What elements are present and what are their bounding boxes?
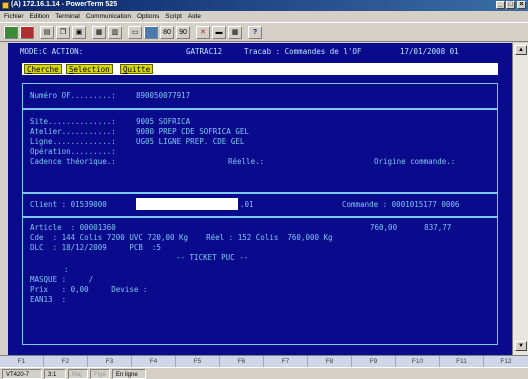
sound-icon[interactable]: ▬ xyxy=(212,26,226,39)
cde-line: Cde : 144 Colis 7200 UVC 720,00 Kg Réel … xyxy=(30,233,333,242)
menu-aide[interactable]: Aide xyxy=(188,12,201,22)
app-icon xyxy=(2,2,9,9)
terminal-type: VT420-7 xyxy=(2,369,42,379)
dlc-line: DLC : 18/12/2009 PCB :5 xyxy=(30,243,161,252)
connection-state: En ligne xyxy=(112,369,146,379)
disconnect-icon[interactable] xyxy=(20,26,34,39)
session-icon[interactable]: ▭ xyxy=(128,26,142,39)
site-label: Site..............: xyxy=(30,117,116,126)
table-icon[interactable]: ▦ xyxy=(228,26,242,39)
atelier-value: 9080 PREP CDE SOFRICA GEL xyxy=(136,127,249,136)
connect-icon[interactable] xyxy=(4,26,18,39)
client-name-mask xyxy=(136,198,238,210)
atelier-label: Atelier...........: xyxy=(30,127,116,136)
function-key-bar: F1 F2 F3 F4 F5 F6 F7 F8 F9 F10 F11 F12 xyxy=(0,355,528,368)
scroll-up-icon[interactable]: ▲ xyxy=(515,45,527,55)
terminal-screen[interactable]: MODE:C ACTION: GATRAC12 Tracab : Command… xyxy=(8,43,512,355)
reelle-label: Réelle.: xyxy=(228,157,265,166)
action-menu: Cherche Selection Quitte xyxy=(22,63,498,75)
ticket-line: -- TICKET PUC -- xyxy=(176,253,249,262)
menu-communication[interactable]: Communication xyxy=(86,12,131,22)
article-line: Article : 00001360 xyxy=(30,223,116,232)
program-name: GATRAC12 xyxy=(186,47,223,56)
status-bar: VT420-7 3:1 Maj Figé En ligne xyxy=(0,367,528,379)
window-title: (A) 172.16.1.14 - PowerTerm 525 xyxy=(11,1,118,8)
client-suffix: .01 xyxy=(240,200,254,209)
prix-line: Prix : 0,00 Devise : xyxy=(30,285,148,294)
fige-indicator: Figé xyxy=(90,369,110,379)
maximize-button[interactable]: □ xyxy=(506,1,515,9)
settings-icon[interactable] xyxy=(144,26,158,39)
colon-line: : xyxy=(64,265,69,274)
title-bar: (A) 172.16.1.14 - PowerTerm 525 _ □ × xyxy=(0,0,528,11)
selection-button[interactable]: Selection xyxy=(66,64,113,74)
origine-label: Origine commande.: xyxy=(374,157,456,166)
article-right: 760,00 837,77 xyxy=(370,223,452,232)
menu-bar: Fichier Edition Terminal Communication O… xyxy=(0,12,528,22)
tools-icon[interactable]: ✕ xyxy=(196,26,210,39)
menu-options[interactable]: Options xyxy=(137,12,159,22)
print-icon[interactable]: ▤ xyxy=(40,26,54,39)
cherche-button[interactable]: Cherche xyxy=(24,64,62,74)
cadence-label: Cadence théorique.: xyxy=(30,157,116,166)
keyboard-icon[interactable]: ▥ xyxy=(108,26,122,39)
save-icon[interactable]: ▦ xyxy=(92,26,106,39)
minimize-button[interactable]: _ xyxy=(496,1,505,9)
ligne-label: Ligne.............: xyxy=(30,137,116,146)
of-value: 890050077917 xyxy=(136,91,191,100)
date-time: 17/01/2008 01 xyxy=(400,47,459,56)
maj-indicator: Maj xyxy=(68,369,88,379)
menu-fichier[interactable]: Fichier xyxy=(4,12,24,22)
masque-line: MASQUE : / xyxy=(30,275,94,284)
copy-icon[interactable]: ❐ xyxy=(56,26,70,39)
scroll-down-icon[interactable]: ▼ xyxy=(515,341,527,351)
vertical-scrollbar[interactable]: ▲ ▼ xyxy=(512,43,528,355)
help-icon[interactable]: ? xyxy=(248,26,262,39)
menu-edition[interactable]: Edition xyxy=(29,12,49,22)
toolbar: ▤ ❐ ▣ ▦ ▥ ▭ 80 90 ✕ ▬ ▦ ? xyxy=(0,22,528,42)
size-90-icon[interactable]: 90 xyxy=(176,26,190,39)
size-80-icon[interactable]: 80 xyxy=(160,26,174,39)
site-value: 9005 SOFRICA xyxy=(136,117,191,126)
of-label: Numéro OF.........: xyxy=(30,91,116,100)
screen-title: Tracab : Commandes de l'OF xyxy=(244,47,362,56)
paste-icon[interactable]: ▣ xyxy=(72,26,86,39)
ean-line: EAN13 : xyxy=(30,295,67,304)
commande-label: Commande : 0001015177 0006 xyxy=(342,200,460,209)
ligne-value: UG05 LIGNE PREP. CDE GEL xyxy=(136,137,245,146)
operation-label: Opération.........: xyxy=(30,147,116,156)
menu-terminal[interactable]: Terminal xyxy=(55,12,80,22)
quitte-button[interactable]: Quitte xyxy=(120,64,154,74)
client-label: Client : 01539000 xyxy=(30,200,107,209)
menu-script[interactable]: Script xyxy=(165,12,182,22)
mode-line: MODE:C ACTION: xyxy=(20,47,84,56)
cursor-position: 3:1 xyxy=(44,369,66,379)
close-button[interactable]: × xyxy=(517,1,526,9)
